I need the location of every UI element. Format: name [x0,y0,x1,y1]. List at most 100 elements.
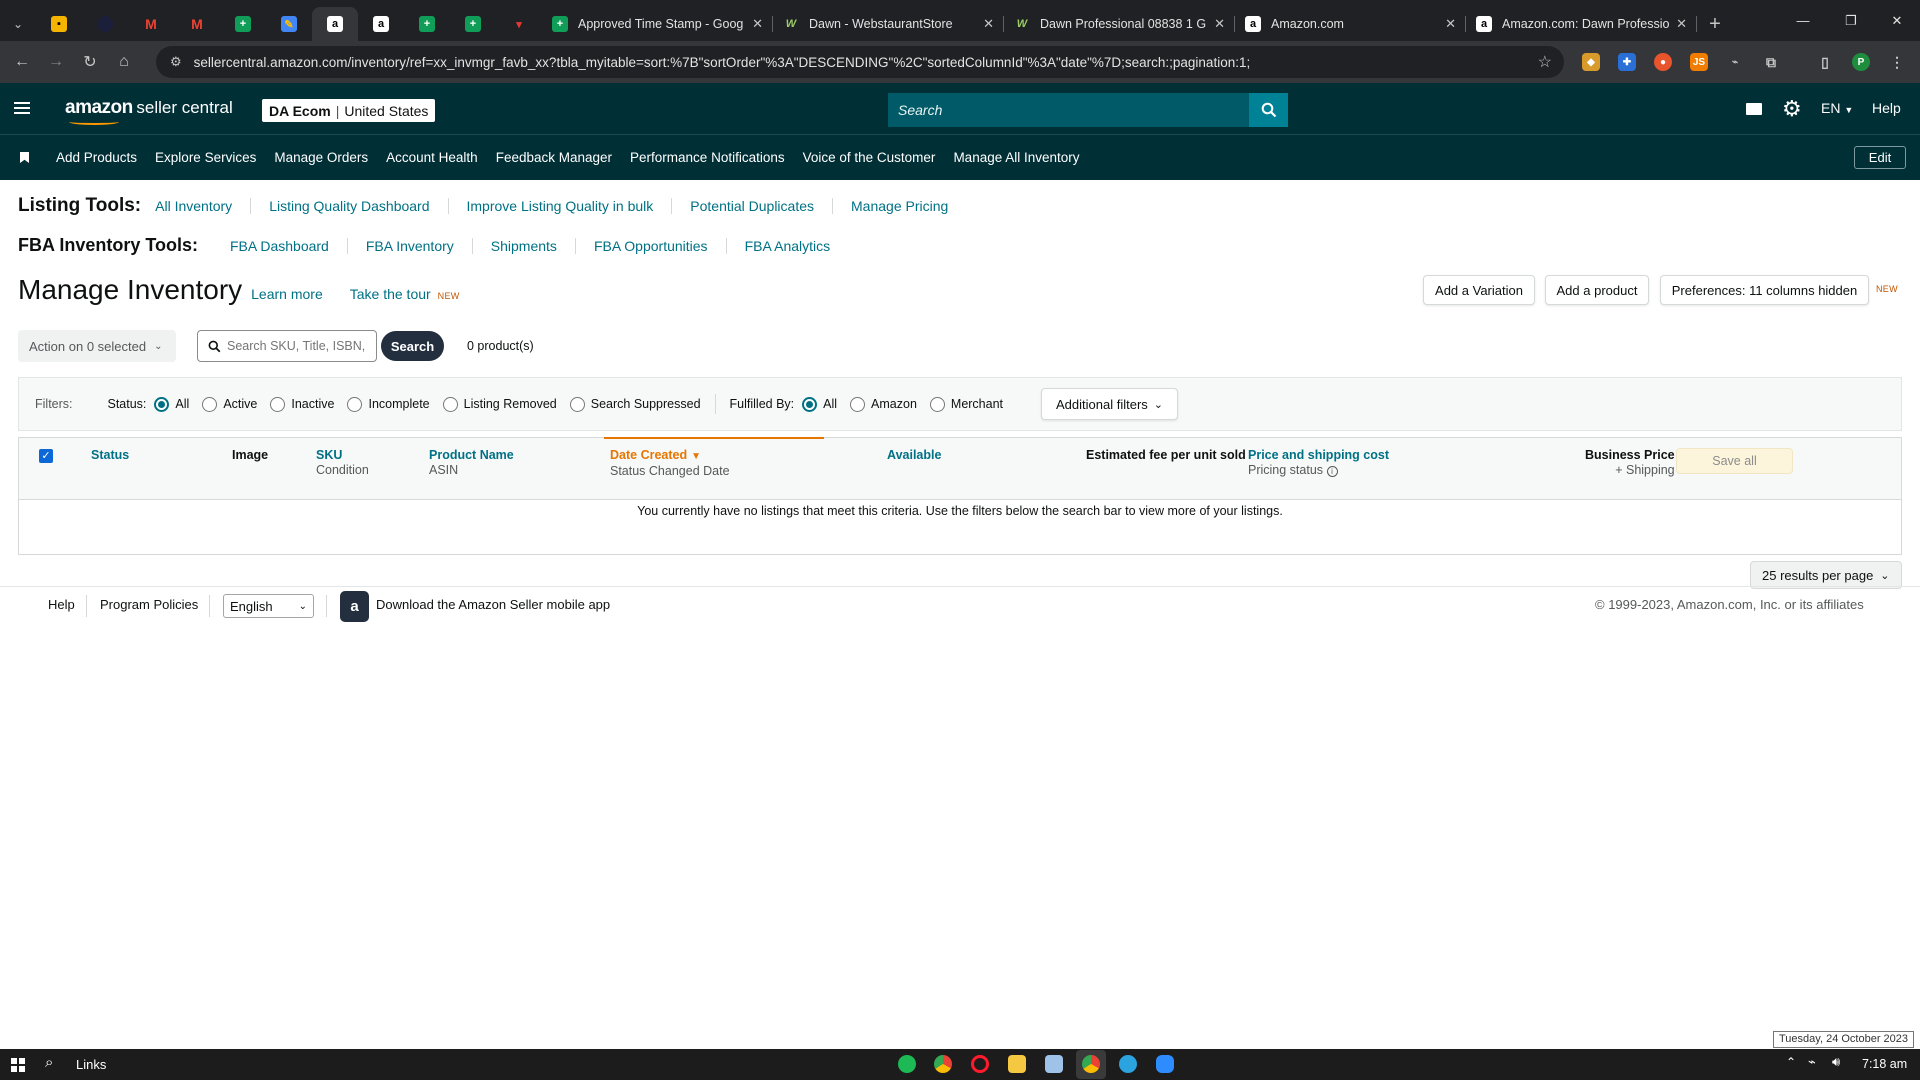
listing-quality-link[interactable]: Listing Quality Dashboard [250,198,447,214]
close-icon[interactable]: ✕ [983,16,994,32]
telegram-icon[interactable] [1119,1055,1137,1073]
mobile-app-link[interactable]: Download the Amazon Seller mobile app [376,597,610,612]
extension-icon[interactable]: ✚ [1618,53,1636,71]
home-icon[interactable]: ⌂ [107,45,141,79]
inventory-search-box[interactable] [197,330,377,362]
fulfilled-radio-merchant[interactable] [929,396,945,412]
nav-account-health[interactable]: Account Health [386,150,478,165]
pinned-tab[interactable]: ▾ [496,7,542,41]
fulfilled-radio-amazon[interactable] [850,396,866,412]
select-all-checkbox[interactable]: ✓ [39,449,53,463]
status-radio-active[interactable] [202,396,218,412]
bookmark-icon[interactable] [20,152,29,163]
footer-language-select[interactable]: English ⌄ [223,594,314,618]
profile-avatar[interactable]: P [1852,53,1870,71]
help-link[interactable]: Help [1872,100,1901,116]
status-radio-incomplete[interactable] [347,396,363,412]
col-date-created[interactable]: Date Created ▼ Status Changed Date [610,448,730,479]
seller-central-logo[interactable]: amazon seller central [65,97,233,125]
volume-icon[interactable]: 🔊︎ [1832,1054,1840,1070]
edit-nav-button[interactable]: Edit [1854,146,1906,169]
nav-add-products[interactable]: Add Products [56,150,137,165]
col-available[interactable]: Available [887,448,941,463]
pinned-tab[interactable]: ▪ [36,7,82,41]
add-variation-button[interactable]: Add a Variation [1423,275,1535,305]
zoom-icon[interactable] [1156,1055,1174,1073]
col-sku[interactable]: SKU Condition [316,448,369,478]
nav-performance-notifications[interactable]: Performance Notifications [630,150,785,165]
pinned-tab[interactable]: + [220,7,266,41]
extension-icon[interactable]: ◆ [1582,53,1600,71]
header-search-button[interactable] [1249,93,1288,127]
hamburger-menu-icon[interactable] [14,102,30,114]
file-explorer-icon[interactable] [1008,1055,1026,1073]
fba-opportunities-link[interactable]: FBA Opportunities [574,237,726,254]
manage-pricing-link[interactable]: Manage Pricing [832,198,966,214]
additional-filters-button[interactable]: Additional filters ⌄ [1041,388,1179,420]
pinned-tab[interactable]: a [358,7,404,41]
nav-voice-of-customer[interactable]: Voice of the Customer [803,150,936,165]
close-icon[interactable]: ✕ [1214,16,1225,32]
fba-inventory-link[interactable]: FBA Inventory [346,237,472,254]
tab[interactable]: + Approved Time Stamp - Goog ✕ [542,7,773,41]
tab[interactable]: W Dawn Professional 08838 1 G ✕ [1004,7,1235,41]
account-switcher[interactable]: DA Ecom | United States [262,99,436,122]
bookmark-star-icon[interactable]: ☆ [1538,52,1552,72]
language-selector[interactable]: EN ▼ [1821,100,1853,116]
potential-duplicates-link[interactable]: Potential Duplicates [671,198,832,214]
inventory-search-button[interactable]: Search [381,331,444,361]
status-radio-search-suppressed[interactable] [569,396,585,412]
side-panel-icon[interactable]: ▯ [1816,53,1834,71]
program-policies-link[interactable]: Program Policies [100,597,198,612]
site-info-icon[interactable]: ⚙ [170,54,182,70]
pinned-tab[interactable]: + [404,7,450,41]
all-inventory-link[interactable]: All Inventory [141,198,250,214]
notepad-icon[interactable] [1045,1055,1063,1073]
extension-icon[interactable]: JS [1690,53,1708,71]
new-tab-icon[interactable]: + [1697,7,1733,41]
col-product-name[interactable]: Product Name ASIN [429,448,514,478]
tab[interactable]: a Amazon.com ✕ [1235,7,1466,41]
chrome-icon[interactable] [934,1055,952,1073]
fba-dashboard-link[interactable]: FBA Dashboard [230,238,347,254]
pinned-tab[interactable]: M [128,7,174,41]
status-radio-all[interactable] [154,396,170,412]
pinned-tab[interactable]: ✎ [266,7,312,41]
tab[interactable]: W Dawn - WebstaurantStore ✕ [773,7,1004,41]
pinned-tab[interactable] [82,7,128,41]
extension-icon[interactable]: ● [1654,53,1672,71]
forward-icon[interactable]: → [39,45,73,79]
col-price[interactable]: Price and shipping cost Pricing status i [1248,448,1389,478]
taskbar-links-label[interactable]: Links [76,1057,106,1072]
minimize-icon[interactable]: — [1780,0,1826,41]
nav-manage-orders[interactable]: Manage Orders [274,150,368,165]
nav-manage-all-inventory[interactable]: Manage All Inventory [953,150,1079,165]
improve-listing-link[interactable]: Improve Listing Quality in bulk [447,198,672,214]
col-status[interactable]: Status [91,448,129,463]
preferences-button[interactable]: Preferences: 11 columns hidden [1660,275,1869,305]
clock-time[interactable]: 7:18 am [1862,1057,1907,1071]
mail-icon[interactable] [1746,103,1762,115]
results-per-page-select[interactable]: 25 results per page ⌄ [1750,561,1902,589]
restore-icon[interactable]: ❐ [1828,0,1874,41]
network-icon[interactable]: ⌁ [1808,1054,1816,1070]
seller-app-icon[interactable]: a [340,591,369,622]
pinned-tab[interactable]: + [450,7,496,41]
pinned-tab[interactable]: M [174,7,220,41]
spotify-icon[interactable] [898,1055,916,1073]
fba-analytics-link[interactable]: FBA Analytics [725,237,849,254]
pinned-tab-active[interactable]: a [312,7,358,41]
menu-kebab-icon[interactable]: ⋮ [1888,53,1906,71]
info-icon[interactable]: i [1326,466,1338,477]
learn-more-link[interactable]: Learn more [251,286,323,302]
shipments-link[interactable]: Shipments [471,237,575,254]
windows-start-icon[interactable] [11,1058,25,1072]
tab[interactable]: a Amazon.com: Dawn Professio ✕ [1466,7,1697,41]
close-icon[interactable]: ✕ [1445,16,1456,32]
extensions-puzzle-icon[interactable]: ⧉ [1762,53,1780,71]
header-search-input[interactable] [888,93,1249,127]
reload-icon[interactable]: ↻ [73,45,107,79]
back-icon[interactable]: ← [5,45,39,79]
chrome-icon[interactable] [1082,1055,1100,1073]
fulfilled-radio-all[interactable] [802,396,818,412]
